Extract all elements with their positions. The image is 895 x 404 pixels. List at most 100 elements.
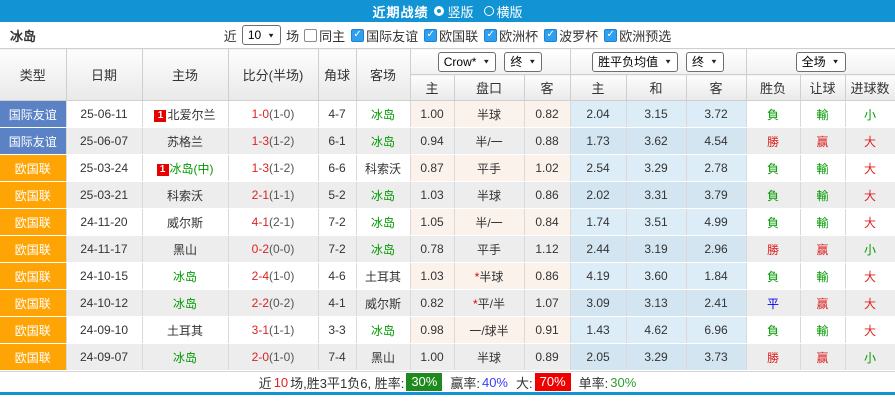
date-cell: 25-06-11 <box>66 100 143 128</box>
away-team-name: 黑山 <box>370 350 395 365</box>
filter-option[interactable]: ✓ 欧国联 <box>424 26 478 45</box>
result-goals-cell: 小 <box>845 343 895 371</box>
result-wdl-cell: 負 <box>746 316 801 344</box>
score-cell: 1-0(1-0) <box>228 100 319 128</box>
handicap-cell: 半/一 <box>454 208 525 236</box>
checkbox-icon[interactable] <box>304 28 318 42</box>
table-row: 欧国联 24-10-15 冰岛 2-4(1-0) 4-6 土耳其 1.03 *半球 0.86 4.… <box>0 262 895 290</box>
recent-label: 近 <box>223 28 237 44</box>
filter-option[interactable]: ✓ 波罗杯 <box>544 26 598 45</box>
layout-radio-option[interactable]: 横版 <box>483 2 523 21</box>
filter-option[interactable]: ✓ 欧洲杯 <box>484 26 538 45</box>
match-table: 类型 日期 主场 比分(半场) 角球 客场 Crow* ▼ 终 ▼ 胜平负均值 … <box>0 48 895 371</box>
radio-icon[interactable] <box>483 6 494 16</box>
asia-home-odds-cell: 0.94 <box>410 127 455 155</box>
layout-radio-option[interactable]: 竖版 <box>434 2 474 21</box>
win-rate-badge: 30% <box>406 373 443 391</box>
match-count-select[interactable]: 10 ▼ <box>241 25 282 45</box>
result-goals-cell: 大 <box>845 316 895 344</box>
result-wdl-cell: 負 <box>746 262 801 290</box>
eu-draw-odds-cell: 4.62 <box>626 316 687 344</box>
subheader-eu-away: 客 <box>686 74 747 101</box>
full-time-score: 4-1 <box>251 215 269 229</box>
matches-label: 场 <box>286 28 300 44</box>
asia-home-odds-cell: 1.05 <box>410 208 455 236</box>
filter-option[interactable]: ✓ 国际友谊 <box>351 26 418 45</box>
subheader-result-goals: 进球数 <box>845 74 895 101</box>
eu-draw-odds-cell: 3.15 <box>626 100 687 128</box>
date-cell: 24-10-15 <box>66 262 143 290</box>
bookmaker-select-value: Crow* <box>443 54 477 69</box>
column-header-away: 客场 <box>356 48 411 101</box>
eu-away-odds-cell: 3.73 <box>686 343 747 371</box>
asia-odds-time-select[interactable]: 终 ▼ <box>504 51 543 72</box>
checkbox-icon[interactable]: ✓ <box>544 28 558 42</box>
handicap-cell: 半/一 <box>454 127 525 155</box>
result-handicap-cell: 輸 <box>800 100 846 128</box>
filter-option-label: 国际友谊 <box>366 28 419 44</box>
bookmaker-select[interactable]: Crow* ▼ <box>437 51 497 72</box>
summary-recent-label: 近 <box>258 375 272 391</box>
checkbox-icon[interactable]: ✓ <box>604 28 618 42</box>
home-team-name: 冰岛 <box>172 350 197 365</box>
checkbox-icon[interactable]: ✓ <box>424 28 438 42</box>
column-header-home: 主场 <box>142 48 229 101</box>
handicap-name: 半球 <box>476 350 501 365</box>
handicap-cell: 半球 <box>454 181 525 209</box>
panel-title: 近期战绩 <box>372 4 429 20</box>
asia-away-odds-cell: 1.02 <box>524 154 571 182</box>
table-row: 国际友谊 25-06-11 1 北爱尔兰 1-0(1-0) 4-7 冰岛 1.00 半球 0.82… <box>0 100 895 128</box>
score-cell: 2-1(1-1) <box>228 181 319 209</box>
full-time-score: 1-3 <box>251 134 269 148</box>
eu-home-odds-cell: 1.43 <box>570 316 627 344</box>
full-time-score: 0-2 <box>251 242 269 256</box>
score-cell: 1-3(1-2) <box>228 154 319 182</box>
checkbox-icon[interactable]: ✓ <box>351 28 365 42</box>
home-team-cell: 冰岛 <box>142 289 229 317</box>
asia-home-odds-cell: 0.87 <box>410 154 455 182</box>
eu-away-odds-cell: 3.72 <box>686 100 747 128</box>
filter-option-label: 欧洲预选 <box>619 28 672 44</box>
asia-away-odds-cell: 0.88 <box>524 127 571 155</box>
away-team-name: 冰岛 <box>370 242 395 257</box>
date-cell: 24-11-20 <box>66 208 143 236</box>
home-team-cell: 冰岛 <box>142 343 229 371</box>
checkbox-icon[interactable]: ✓ <box>484 28 498 42</box>
table-row: 欧国联 24-11-17 黑山 0-2(0-0) 7-2 冰岛 0.78 平手 1.12 2.44… <box>0 235 895 263</box>
chevron-down-icon: ▼ <box>267 31 276 39</box>
result-wdl-cell: 負 <box>746 154 801 182</box>
eu-draw-odds-cell: 3.13 <box>626 289 687 317</box>
eu-home-odds-cell: 1.73 <box>570 127 627 155</box>
result-handicap-cell: 輸 <box>800 154 846 182</box>
asia-away-odds-cell: 0.84 <box>524 208 571 236</box>
eu-away-odds-cell: 2.78 <box>686 154 747 182</box>
result-handicap-cell: 輸 <box>800 316 846 344</box>
handicap-name: 半球 <box>476 107 501 122</box>
away-team-cell: 黑山 <box>356 343 411 371</box>
filter-option-label: 欧洲杯 <box>499 28 539 44</box>
home-team-name: 北爱尔兰 <box>167 107 216 122</box>
away-team-name: 冰岛 <box>370 323 395 338</box>
away-team-cell: 冰岛 <box>356 181 411 209</box>
scope-select[interactable]: 全场 ▼ <box>795 51 846 72</box>
eu-away-odds-cell: 4.99 <box>686 208 747 236</box>
eu-odds-group-header: 胜平负均值 ▼ 终 ▼ <box>570 48 747 75</box>
filter-option[interactable]: ✓ 欧洲预选 <box>604 26 671 45</box>
home-team-name: 冰岛(中) <box>169 161 214 176</box>
filter-option[interactable]: 同主 <box>304 26 345 45</box>
handicap-name: 平手 <box>476 242 501 257</box>
table-row: 欧国联 24-10-12 冰岛 2-2(0-2) 4-1 威尔斯 0.82 *平/半 1.07 3… <box>0 289 895 317</box>
corner-cell: 7-4 <box>318 343 357 371</box>
handicap-cell: 半球 <box>454 100 525 128</box>
type-cell: 欧国联 <box>0 262 67 290</box>
type-cell: 国际友谊 <box>0 100 67 128</box>
wdl-average-select[interactable]: 胜平负均值 ▼ <box>592 51 679 72</box>
corner-cell: 4-6 <box>318 262 357 290</box>
full-time-score: 1-0 <box>251 107 269 121</box>
subheader-eu-draw: 和 <box>626 74 687 101</box>
eu-away-odds-cell: 4.54 <box>686 127 747 155</box>
half-time-score: (1-2) <box>269 134 295 148</box>
eu-odds-time-select[interactable]: 终 ▼ <box>686 51 724 72</box>
eu-draw-odds-cell: 3.19 <box>626 235 687 263</box>
radio-icon[interactable] <box>434 6 445 16</box>
